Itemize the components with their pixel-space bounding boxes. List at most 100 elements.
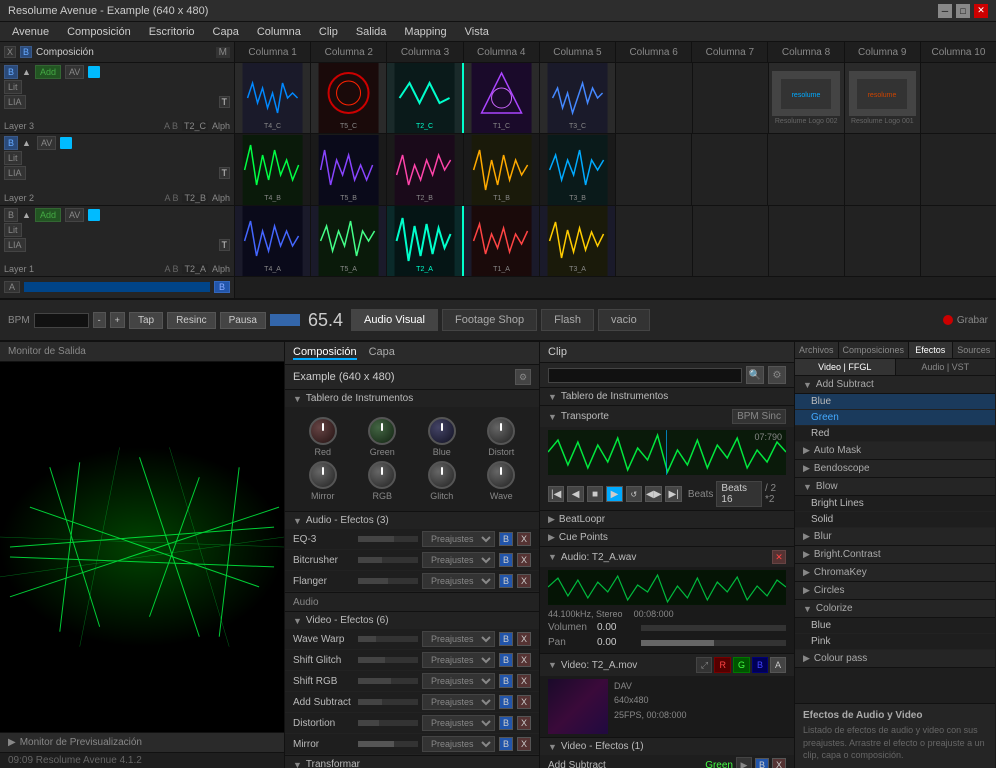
shiftrgb-x-btn[interactable]: X bbox=[517, 674, 531, 688]
layer3-lit-btn[interactable]: Lit bbox=[4, 80, 22, 94]
comp-tab[interactable]: Composición bbox=[293, 346, 357, 360]
clip-l3-c7[interactable] bbox=[693, 63, 769, 133]
layer2-lia-btn[interactable]: LIA bbox=[4, 166, 26, 180]
close-button[interactable]: ✕ bbox=[974, 4, 988, 18]
effect-bitcrusher-b-btn[interactable]: B bbox=[499, 553, 513, 567]
effect-bitcrusher-x-btn[interactable]: X bbox=[517, 553, 531, 567]
clip-l1-c8[interactable] bbox=[769, 206, 845, 276]
cat-blur[interactable]: ▶ Blur bbox=[795, 528, 995, 546]
maximize-button[interactable]: □ bbox=[956, 4, 970, 18]
knob-green-control[interactable] bbox=[368, 417, 396, 445]
clip-l1-c7[interactable] bbox=[693, 206, 769, 276]
layer3-b-btn[interactable]: B bbox=[4, 65, 18, 79]
clip-l2-c9[interactable] bbox=[845, 134, 921, 204]
cat-blow[interactable]: ▼ Blow bbox=[795, 478, 995, 496]
cat-chromakey[interactable]: ▶ ChromaKey bbox=[795, 564, 995, 582]
clip-l3-c5[interactable]: T3_C bbox=[540, 63, 616, 133]
layer2-t-btn[interactable]: T bbox=[219, 167, 231, 179]
shiftrgb-b-btn[interactable]: B bbox=[499, 674, 513, 688]
shiftglitch-x-btn[interactable]: X bbox=[517, 653, 531, 667]
clip-l1-c10[interactable] bbox=[921, 206, 996, 276]
clip-tablero-header[interactable]: ▼ Tablero de Instrumentos bbox=[540, 388, 794, 406]
clip-l2-c1[interactable]: T4_B bbox=[235, 134, 311, 204]
bpm-input[interactable]: 120.00 bbox=[34, 313, 89, 328]
clip-l1-c6[interactable] bbox=[616, 206, 692, 276]
knob-blue-control[interactable] bbox=[428, 417, 456, 445]
effect-flanger-x-btn[interactable]: X bbox=[517, 574, 531, 588]
menu-avenue[interactable]: Avenue bbox=[4, 24, 57, 40]
cat-circles[interactable]: ▶ Circles bbox=[795, 582, 995, 600]
resinc-button[interactable]: Resinc bbox=[167, 312, 216, 329]
transport-end-btn[interactable]: ▶| bbox=[665, 486, 681, 502]
clip-name-input[interactable]: T2_A bbox=[548, 368, 742, 383]
efectos-tab-active[interactable]: Efectos bbox=[909, 342, 952, 358]
knob-rgb-control[interactable] bbox=[368, 461, 396, 489]
effect-eq3-preset[interactable]: Preajustes bbox=[422, 531, 495, 547]
item-as-red[interactable]: Red bbox=[795, 426, 995, 442]
transport-next-btn[interactable]: ◀▶ bbox=[645, 486, 662, 502]
clip-l1-c9[interactable] bbox=[845, 206, 921, 276]
sources-tab[interactable]: Sources bbox=[953, 342, 995, 358]
clip-l1-c4[interactable]: T1_A bbox=[464, 206, 540, 276]
clip-l1-c3-active[interactable]: T2_A bbox=[387, 206, 464, 276]
mirror-x-btn[interactable]: X bbox=[517, 737, 531, 751]
effect-flanger-b-btn[interactable]: B bbox=[499, 574, 513, 588]
cat-colour-pass[interactable]: ▶ Colour pass bbox=[795, 650, 995, 668]
clip-addsubtract-b-btn[interactable]: B bbox=[755, 758, 769, 768]
tab-audio-visual[interactable]: Audio Visual bbox=[351, 309, 438, 331]
addsubtract-b-btn[interactable]: B bbox=[499, 695, 513, 709]
bpm-sinc-label[interactable]: BPM Sinc bbox=[732, 409, 786, 424]
composiciones-tab[interactable]: Composiciones bbox=[839, 342, 910, 358]
audio-vst-tab[interactable]: Audio | VST bbox=[896, 359, 996, 375]
clip-l1-c1[interactable]: T4_A bbox=[235, 206, 311, 276]
layer1-lit-btn[interactable]: Lit bbox=[4, 223, 22, 237]
clip-l2-c3[interactable]: T2_B bbox=[387, 134, 463, 204]
layer1-add-btn[interactable]: Add bbox=[35, 208, 61, 222]
comp-settings-btn[interactable]: ⚙ bbox=[515, 369, 531, 385]
layer3-add-btn[interactable]: Add bbox=[35, 65, 61, 79]
bpm-minus-btn[interactable]: - bbox=[93, 312, 106, 328]
clip-addsubtract-expand-btn[interactable]: ▶ bbox=[736, 757, 752, 768]
tablero-header[interactable]: ▼ Tablero de Instrumentos bbox=[285, 390, 539, 407]
menu-mapping[interactable]: Mapping bbox=[396, 24, 454, 40]
transport-play-btn[interactable]: ▶ bbox=[606, 486, 622, 502]
effect-eq3-b-btn[interactable]: B bbox=[499, 532, 513, 546]
pausa-button[interactable]: Pausa bbox=[220, 312, 266, 329]
item-as-blue[interactable]: Blue bbox=[795, 394, 995, 410]
x-toggle[interactable]: X bbox=[4, 46, 16, 58]
bpm-plus-btn[interactable]: + bbox=[110, 312, 125, 328]
knob-mirror-control[interactable] bbox=[309, 461, 337, 489]
menu-vista[interactable]: Vista bbox=[457, 24, 497, 40]
clip-l2-c4[interactable]: T1_B bbox=[464, 134, 540, 204]
clip-l3-c6[interactable] bbox=[616, 63, 692, 133]
clip-l2-c7[interactable] bbox=[692, 134, 768, 204]
tab-footage-shop[interactable]: Footage Shop bbox=[442, 309, 537, 331]
distortion-x-btn[interactable]: X bbox=[517, 716, 531, 730]
layer3-t-btn[interactable]: T bbox=[219, 96, 231, 108]
clip-audio-header[interactable]: ▼ Audio: T2_A.wav ✕ bbox=[540, 547, 794, 567]
tap-button[interactable]: Tap bbox=[129, 312, 163, 329]
layer1-t-btn[interactable]: T bbox=[219, 239, 231, 251]
layer2-b-btn[interactable]: B bbox=[4, 136, 18, 150]
effect-flanger-preset[interactable]: Preajustes bbox=[422, 573, 495, 589]
b-toggle[interactable]: B bbox=[20, 46, 32, 58]
item-blow-bright[interactable]: Bright Lines bbox=[795, 496, 995, 512]
clip-settings-btn[interactable]: ⚙ bbox=[768, 366, 786, 384]
video-effects-header[interactable]: ▼ Video - Efectos (6) bbox=[285, 612, 539, 629]
layer3-lia-btn[interactable]: LIA bbox=[4, 95, 26, 109]
preview-arrow[interactable]: ▶ bbox=[8, 737, 16, 748]
layer3-av-btn[interactable]: AV bbox=[65, 65, 84, 79]
cat-bendoscope[interactable]: ▶ Bendoscope bbox=[795, 460, 995, 478]
clip-video-header[interactable]: ▼ Video: T2_A.mov ⤢ R G B A bbox=[540, 654, 794, 676]
clip-l3-c2[interactable]: T5_C bbox=[311, 63, 387, 133]
audio-effects-header[interactable]: ▼ Audio - Efectos (3) bbox=[285, 512, 539, 529]
knob-glitch-control[interactable] bbox=[428, 461, 456, 489]
layer2-lit-btn[interactable]: Lit bbox=[4, 151, 22, 165]
clip-l3-c1[interactable]: T4_C bbox=[235, 63, 311, 133]
clip-l2-c2[interactable]: T5_B bbox=[311, 134, 387, 204]
beatloop-header[interactable]: ▶ BeatLoopr bbox=[540, 511, 794, 529]
clip-video-a-btn[interactable]: A bbox=[770, 657, 786, 673]
volumen-track[interactable] bbox=[641, 625, 786, 631]
clip-l3-c3-active[interactable]: T2_C bbox=[387, 63, 464, 133]
knob-distort-control[interactable] bbox=[487, 417, 515, 445]
